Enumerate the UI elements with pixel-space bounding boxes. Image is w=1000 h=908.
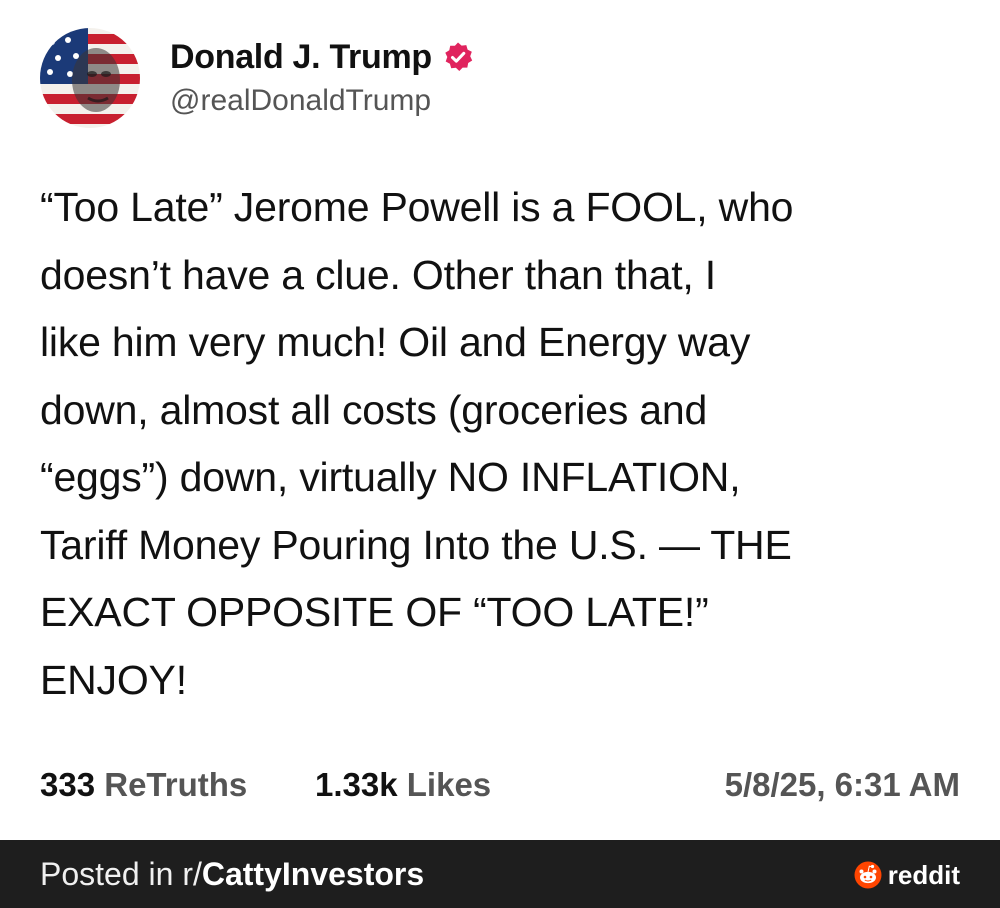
retruths-count: 333 — [40, 766, 96, 803]
post-timestamp: 5/8/25, 6:31 AM — [724, 766, 960, 803]
reddit-logo[interactable]: reddit — [854, 860, 960, 890]
post-body: “Too Late” Jerome Powell is a FOOL, who … — [40, 184, 794, 703]
reddit-footer: Posted in r/CattyInvestors reddit — [0, 840, 1000, 908]
likes-count: 1.33k — [315, 766, 398, 803]
reddit-wordmark: reddit — [887, 860, 960, 890]
truth-post-card: Donald J. Trump @realDonaldTrump “Too La… — [0, 0, 1000, 840]
verified-badge-icon — [445, 42, 473, 71]
avatar[interactable] — [40, 28, 140, 128]
flag-portrait-avatar-icon — [40, 28, 140, 128]
posted-in-prefix: Posted in r/ — [40, 856, 202, 892]
author-info: Donald J. Trump @realDonaldTrump — [170, 37, 474, 119]
post-stats: 333 ReTruths 1.33k Likes 5/8/25, 6:31 AM — [40, 762, 960, 808]
post-header: Donald J. Trump @realDonaldTrump — [40, 28, 474, 128]
name-row: Donald J. Trump — [170, 37, 474, 77]
author-handle[interactable]: @realDonaldTrump — [170, 83, 474, 119]
retruths-label: ReTruths — [104, 766, 248, 803]
likes-stat[interactable]: 1.33k Likes — [315, 762, 491, 808]
likes-label: Likes — [406, 766, 492, 803]
posted-in-text: Posted in r/CattyInvestors — [40, 840, 424, 908]
subreddit-link[interactable]: CattyInvestors — [202, 856, 424, 892]
reddit-snoo-icon — [854, 861, 882, 889]
retruths-stat[interactable]: 333 ReTruths — [40, 762, 247, 808]
author-display-name[interactable]: Donald J. Trump — [170, 37, 432, 77]
